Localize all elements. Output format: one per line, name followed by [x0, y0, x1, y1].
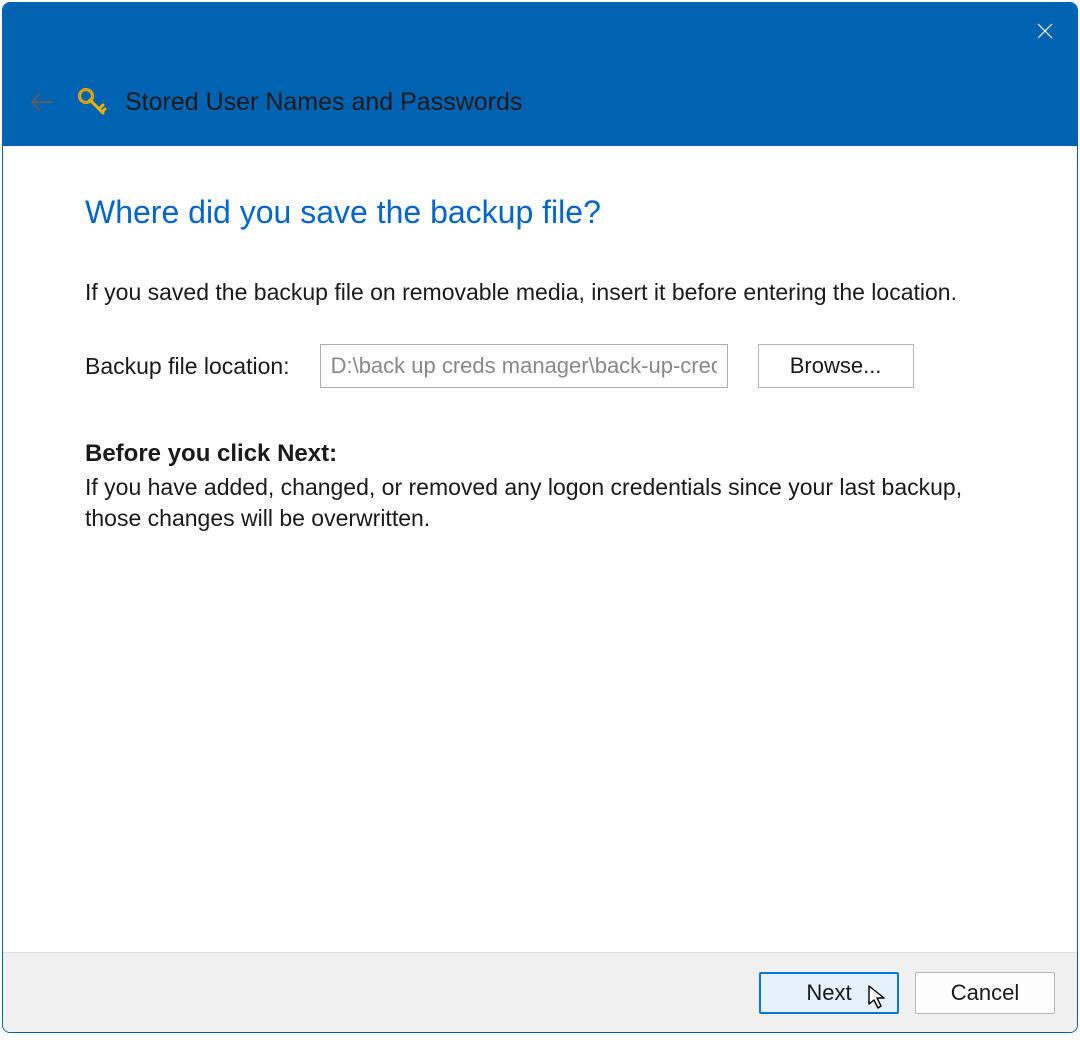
location-label: Backup file location: [85, 353, 290, 380]
backup-location-input[interactable] [320, 344, 728, 388]
header-title: Stored User Names and Passwords [125, 88, 522, 117]
location-row: Backup file location: Browse... [85, 344, 1007, 388]
browse-button[interactable]: Browse... [758, 344, 914, 388]
warning-text: If you have added, changed, or removed a… [85, 472, 965, 534]
cancel-button[interactable]: Cancel [915, 972, 1055, 1014]
close-button[interactable] [1021, 11, 1069, 51]
wizard-window: Stored User Names and Passwords Where di… [2, 2, 1078, 1033]
warning-title: Before you click Next: [85, 440, 1007, 468]
close-icon [1035, 21, 1055, 41]
back-arrow-icon [28, 88, 56, 116]
instruction-text: If you saved the backup file on removabl… [85, 277, 965, 308]
key-icon [77, 87, 107, 117]
header-bar: Stored User Names and Passwords [3, 58, 1077, 146]
footer-bar: Next Cancel [3, 952, 1077, 1032]
titlebar [3, 3, 1077, 58]
content-area: Where did you save the backup file? If y… [3, 146, 1077, 952]
back-button[interactable] [23, 83, 61, 121]
page-heading: Where did you save the backup file? [85, 194, 1007, 231]
next-button[interactable]: Next [759, 972, 899, 1014]
